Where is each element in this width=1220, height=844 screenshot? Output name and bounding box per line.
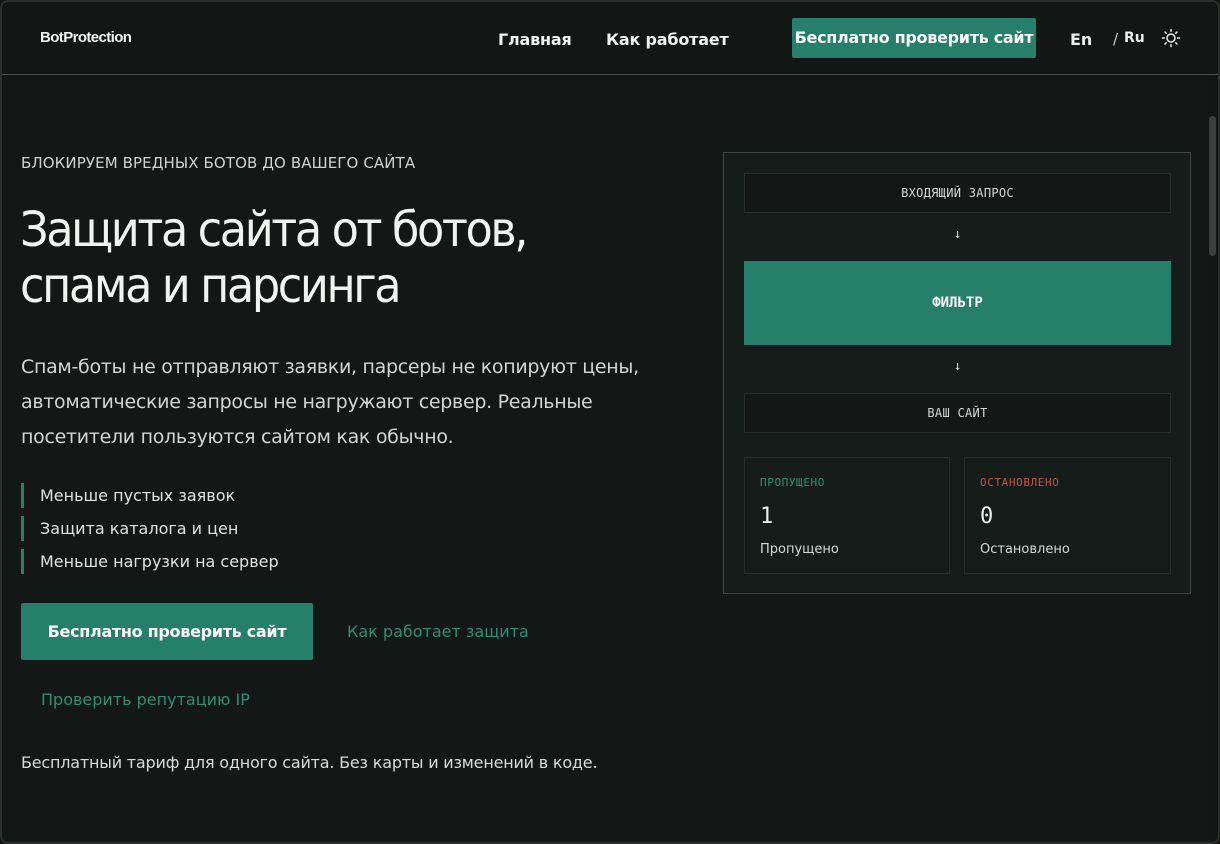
filter-node: ФИЛЬТР: [744, 261, 1171, 345]
feature-accent-bar: [21, 549, 24, 574]
free-plan-note: Бесплатный тариф для одного сайта. Без к…: [21, 753, 598, 772]
nav-link-how-it-works[interactable]: Как работает: [606, 30, 729, 49]
feature-item: Меньше нагрузки на сервер: [21, 548, 279, 575]
incoming-request-node: ВХОДЯЩИЙ ЗАПРОС: [744, 173, 1171, 213]
passed-stat-caption: Пропущено: [760, 542, 839, 557]
hero-lead: Спам-боты не отправляют заявки, парсеры …: [21, 356, 639, 448]
feature-item: Защита каталога и цен: [21, 515, 279, 542]
feature-text: Меньше нагрузки на сервер: [40, 552, 279, 571]
scrollbar-thumb[interactable]: [1209, 116, 1216, 256]
passed-stat-label: ПРОПУЩЕНО: [760, 476, 826, 489]
check-site-button-header[interactable]: Бесплатно проверить сайт: [792, 18, 1036, 58]
arrow-down-icon: ↓: [953, 227, 962, 242]
lang-ru-button[interactable]: Ru: [1124, 30, 1145, 46]
blocked-stat-value: 0: [980, 504, 994, 529]
check-ip-reputation-link[interactable]: Проверить репутацию IP: [41, 690, 250, 709]
check-site-button[interactable]: Бесплатно проверить сайт: [21, 603, 313, 660]
how-protection-works-link[interactable]: Как работает защита: [347, 622, 529, 641]
feature-accent-bar: [21, 483, 24, 508]
your-site-node: ВАШ САЙТ: [744, 393, 1171, 433]
lang-separator: /: [1113, 30, 1119, 48]
arrow-down-icon: ↓: [953, 359, 962, 374]
feature-item: Меньше пустых заявок: [21, 482, 279, 509]
hero-eyebrow: БЛОКИРУЕМ ВРЕДНЫХ БОТОВ ДО ВАШЕГО САЙТА: [21, 154, 416, 172]
blocked-stat-caption: Остановлено: [980, 542, 1070, 557]
logo[interactable]: BotProtection: [40, 29, 132, 46]
passed-stat-value: 1: [760, 504, 774, 529]
browser-viewport: BotProtection Главная Как работает Беспл…: [0, 0, 1220, 844]
passed-stat-card: ПРОПУЩЕНО 1 Пропущено: [744, 457, 950, 574]
feature-list: Меньше пустых заявок Защита каталога и ц…: [21, 482, 279, 581]
top-navbar: BotProtection Главная Как работает Беспл…: [2, 2, 1218, 75]
nav-link-home[interactable]: Главная: [498, 30, 572, 49]
hero-title-line-2: спама и парсинга: [20, 258, 402, 314]
lang-en-button[interactable]: En: [1070, 30, 1092, 49]
sun-icon[interactable]: [1161, 28, 1181, 48]
feature-text: Защита каталога и цен: [40, 519, 239, 538]
hero-title-line-1: Защита сайта от ботов,: [20, 202, 528, 258]
feature-accent-bar: [21, 516, 24, 541]
request-flow-diagram: ВХОДЯЩИЙ ЗАПРОС ↓ ФИЛЬТР ↓ ВАШ САЙТ ПРОП…: [723, 152, 1191, 594]
page-scrollbar[interactable]: [1207, 76, 1218, 842]
blocked-stat-label: ОСТАНОВЛЕНО: [980, 476, 1060, 489]
feature-text: Меньше пустых заявок: [40, 486, 236, 505]
hero-title: Защита сайта от ботов, спама и парсинга: [20, 202, 615, 314]
blocked-stat-card: ОСТАНОВЛЕНО 0 Остановлено: [964, 457, 1171, 574]
